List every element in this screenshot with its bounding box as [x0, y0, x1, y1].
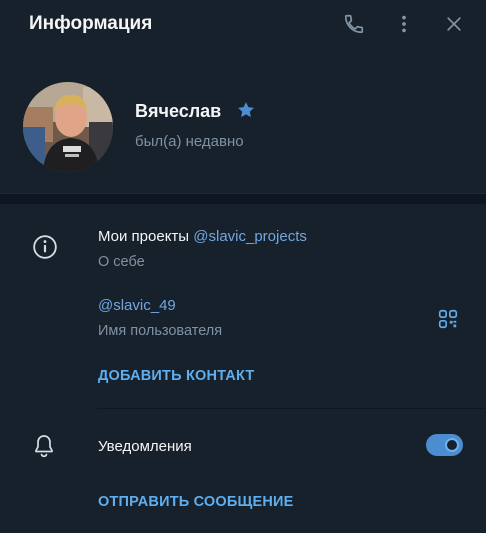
page-title: Информация [29, 13, 153, 34]
star-icon [238, 102, 254, 118]
phone-icon [344, 14, 364, 34]
header: Информация [0, 0, 486, 50]
toggle-knob [445, 438, 459, 452]
bio-label: О себе [98, 254, 145, 270]
bell-icon-wrap [31, 432, 57, 460]
send-message-button[interactable]: ОТПРАВИТЬ СООБЩЕНИЕ [98, 494, 294, 510]
username-label: Имя пользователя [98, 323, 223, 339]
info-icon [33, 235, 57, 259]
notifications-label: Уведомления [98, 438, 192, 455]
profile-status: был(а) недавно [135, 133, 244, 150]
username-value[interactable]: @slavic_49 [98, 297, 176, 314]
bio-text: Мои проекты @slavic_projects [98, 228, 307, 245]
bio-link[interactable]: @slavic_projects [193, 228, 307, 245]
section-divider [0, 193, 486, 204]
close-icon [447, 17, 461, 31]
more-button[interactable] [391, 11, 417, 37]
avatar-photo [23, 82, 113, 172]
call-button[interactable] [341, 11, 367, 37]
bell-icon [35, 435, 53, 458]
close-button[interactable] [441, 11, 467, 37]
qr-code-button[interactable] [436, 307, 460, 331]
info-icon-wrap [31, 233, 59, 261]
avatar[interactable] [23, 82, 113, 172]
more-vertical-icon [402, 15, 406, 33]
add-contact-button[interactable]: ДОБАВИТЬ КОНТАКТ [98, 368, 254, 384]
bio-prefix: Мои проекты [98, 228, 194, 245]
qr-code-icon [438, 309, 458, 329]
user-info-panel: Информация Вячеслав был(а) недавно Мои п… [0, 0, 486, 533]
divider [97, 408, 486, 409]
notifications-toggle[interactable] [426, 434, 463, 456]
profile-name: Вячеслав [135, 101, 222, 121]
